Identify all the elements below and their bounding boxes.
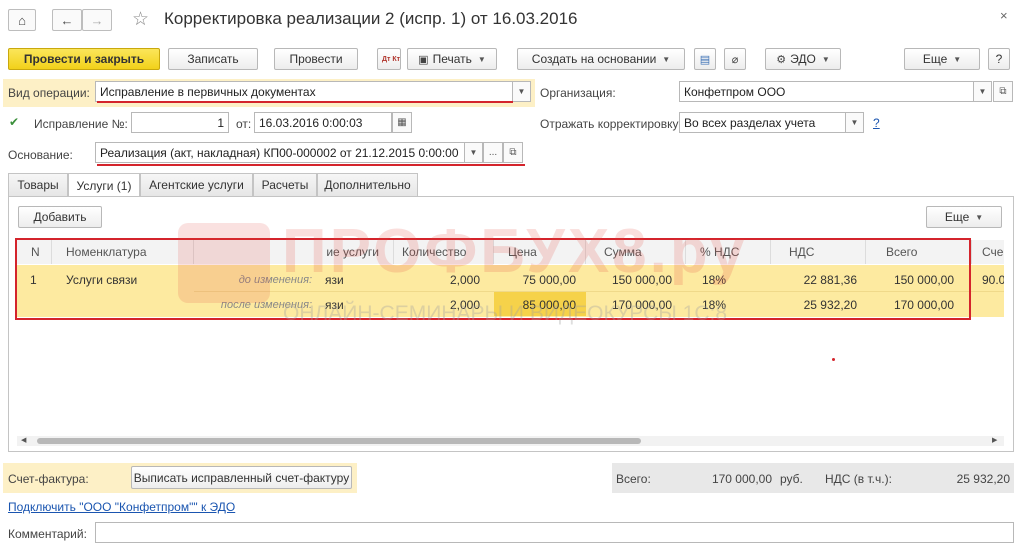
correction-number-field[interactable]: 1: [131, 112, 229, 133]
edo-icon: ⚙: [776, 53, 787, 66]
currency-label: руб.: [780, 472, 803, 486]
edo-connect-link[interactable]: Подключить "ООО "Конфетпром"" к ЭДО: [8, 500, 235, 514]
page-title: Корректировка реализации 2 (испр. 1) от …: [164, 9, 578, 28]
attach-button[interactable]: ⌀: [724, 48, 746, 70]
table-more-button[interactable]: Еще ▼: [926, 206, 1002, 228]
watermark-logo: [178, 223, 270, 303]
reflect-help-link[interactable]: ?: [873, 116, 880, 130]
open-icon: ⧉: [999, 86, 1007, 97]
date-field[interactable]: 16.03.2016 0:00:03: [254, 112, 392, 133]
vat-total-value: 25 932,20: [956, 472, 1010, 486]
vat-total-label: НДС (в т.ч.):: [825, 472, 892, 486]
reflect-dropdown[interactable]: ▼: [846, 112, 864, 133]
document-icon: ▤: [699, 53, 711, 66]
issue-invoice-button[interactable]: Выписать исправленный счет-фактуру: [131, 466, 352, 489]
edo-button[interactable]: ⚙ ЭДО ▼: [765, 48, 841, 70]
forward-arrow-icon: →: [90, 12, 104, 28]
home-button[interactable]: ⌂: [8, 9, 36, 31]
save-button[interactable]: Записать: [168, 48, 258, 70]
comment-label: Комментарий:: [8, 527, 87, 541]
basis-field[interactable]: Реализация (акт, накладная) КП00-000002 …: [95, 142, 465, 163]
table-more-label: Еще: [944, 210, 970, 224]
edo-label: ЭДО: [790, 52, 816, 66]
reflect-field[interactable]: Во всех разделах учета: [679, 112, 846, 133]
chevron-down-icon: ▼: [662, 54, 671, 64]
from-label: от:: [236, 117, 252, 131]
print-label: Печать: [432, 52, 472, 66]
operation-dropdown[interactable]: ▼: [513, 81, 531, 102]
basis-select-button[interactable]: ...: [483, 142, 503, 163]
add-button[interactable]: Добавить: [18, 206, 102, 228]
dtkt-button[interactable]: Дт Кт: [377, 48, 401, 70]
basis-underline: [97, 164, 525, 166]
back-button[interactable]: ←: [52, 9, 82, 31]
more-label: Еще: [922, 52, 948, 66]
paperclip-icon: ⌀: [731, 53, 739, 66]
calendar-icon: ▦: [397, 117, 407, 128]
total-label: Всего:: [616, 472, 651, 486]
home-icon: ⌂: [18, 12, 26, 28]
correction-label: Исправление №:: [34, 117, 128, 131]
tab-agent-services[interactable]: Агентские услуги: [140, 173, 253, 196]
post-button[interactable]: Провести: [274, 48, 358, 70]
scroll-thumb[interactable]: [37, 438, 641, 444]
tab-additional[interactable]: Дополнительно: [317, 173, 418, 196]
organization-dropdown[interactable]: ▼: [974, 81, 992, 102]
tab-services[interactable]: Услуги (1): [68, 173, 140, 197]
red-mark: [832, 358, 835, 361]
organization-label: Организация:: [540, 86, 616, 100]
print-button[interactable]: ▣ Печать ▼: [407, 48, 497, 70]
create-based-on-label: Создать на основании: [531, 52, 657, 66]
chevron-down-icon: ▼: [850, 118, 859, 127]
organization-open-button[interactable]: ⧉: [993, 81, 1013, 102]
checkmark-icon: ✔: [9, 115, 20, 129]
close-icon[interactable]: ×: [1000, 8, 1008, 23]
chevron-down-icon: ▼: [953, 54, 962, 64]
printer-icon: ▣: [418, 53, 429, 66]
total-value: 170 000,00: [711, 472, 772, 486]
organization-field[interactable]: Конфетпром ООО: [679, 81, 974, 102]
tab-panel: [8, 196, 1014, 452]
basis-open-button[interactable]: ⧉: [503, 142, 523, 163]
col-header-account[interactable]: Сче: [972, 240, 1004, 264]
correction-number: 1: [217, 115, 224, 130]
chevron-down-icon: ▼: [978, 87, 987, 96]
operation-underline: [97, 101, 513, 103]
more-button[interactable]: Еще ▼: [904, 48, 980, 70]
basis-label: Основание:: [8, 148, 73, 162]
post-and-close-button[interactable]: Провести и закрыть: [8, 48, 160, 70]
document-button[interactable]: ▤: [694, 48, 716, 70]
open-icon: ⧉: [509, 147, 517, 158]
basis-dropdown[interactable]: ▼: [465, 142, 483, 163]
favorite-star-icon[interactable]: ☆: [132, 8, 149, 31]
before-account[interactable]: 90.0: [982, 270, 1004, 290]
chevron-down-icon: ▼: [517, 87, 526, 96]
calendar-button[interactable]: ▦: [392, 112, 412, 133]
invoice-label: Счет-фактура:: [8, 472, 89, 486]
operation-label: Вид операции:: [8, 86, 90, 100]
create-based-on-button[interactable]: Создать на основании ▼: [517, 48, 685, 70]
chevron-down-icon: ▼: [821, 54, 830, 64]
forward-button[interactable]: →: [82, 9, 112, 31]
chevron-down-icon: ▼: [975, 212, 984, 222]
tab-goods[interactable]: Товары: [8, 173, 68, 196]
help-button[interactable]: ?: [988, 48, 1010, 70]
chevron-down-icon: ▼: [477, 54, 486, 64]
dots-icon: ...: [488, 147, 498, 158]
reflect-label: Отражать корректировку:: [540, 117, 682, 131]
chevron-down-icon: ▼: [469, 148, 478, 157]
scroll-left-arrow-icon[interactable]: ◀: [21, 436, 26, 444]
scroll-right-arrow-icon[interactable]: ▶: [992, 436, 997, 444]
comment-field[interactable]: [95, 522, 1014, 543]
tab-settlements[interactable]: Расчеты: [253, 173, 317, 196]
table-red-outline: [15, 238, 971, 320]
back-arrow-icon: ←: [60, 12, 74, 28]
operation-field[interactable]: Исправление в первичных документах: [95, 81, 513, 102]
dtkt-icon: Дт Кт: [382, 55, 401, 63]
horizontal-scrollbar[interactable]: ◀ ▶: [17, 436, 1004, 446]
